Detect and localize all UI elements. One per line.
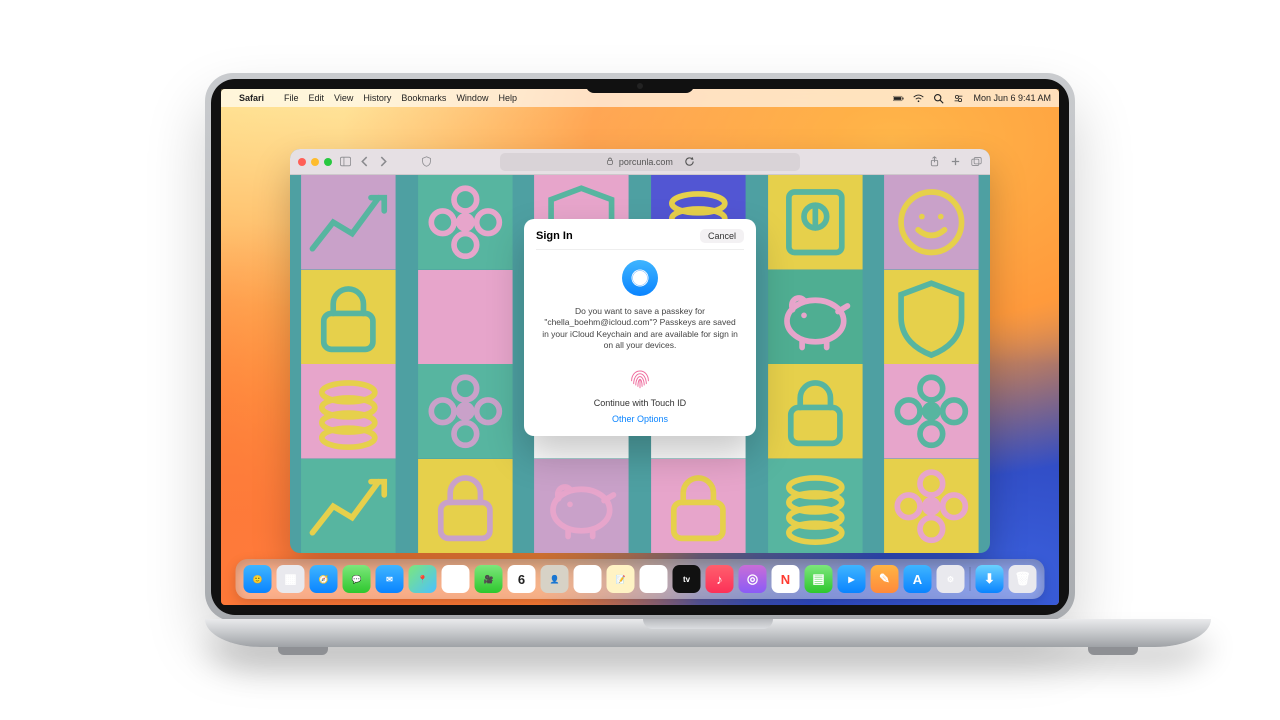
stage: Safari File Edit View History Bookmarks Windo… xyxy=(0,0,1280,720)
menu-file[interactable]: File xyxy=(284,93,299,103)
website-tile xyxy=(407,175,524,270)
search-icon[interactable] xyxy=(933,93,944,104)
address-text: porcunla.com xyxy=(619,157,673,167)
website-tile xyxy=(407,459,524,554)
laptop-base xyxy=(205,619,1211,647)
dock-music-icon[interactable]: ♪ xyxy=(706,565,734,593)
menu-window[interactable]: Window xyxy=(456,93,488,103)
dock-messages-icon[interactable]: 💬 xyxy=(343,565,371,593)
safari-toolbar: porcunla.com xyxy=(290,149,990,175)
battery-icon[interactable] xyxy=(893,93,904,104)
website-tile xyxy=(873,175,990,270)
website-tile xyxy=(290,364,407,459)
website-tile xyxy=(873,270,990,365)
address-bar[interactable]: porcunla.com xyxy=(500,153,800,171)
dock-finder-icon[interactable]: 🙂 xyxy=(244,565,272,593)
menu-bookmarks[interactable]: Bookmarks xyxy=(401,93,446,103)
dock-notes-icon[interactable]: 📝 xyxy=(607,565,635,593)
safari-app-icon xyxy=(622,260,658,296)
dock-numbers-icon[interactable]: ▤ xyxy=(805,565,833,593)
dock-system-settings-icon[interactable]: ⚙︎ xyxy=(937,565,965,593)
control-center-icon[interactable] xyxy=(953,93,964,104)
dock-safari-icon[interactable]: 🧭 xyxy=(310,565,338,593)
website-tile xyxy=(290,270,407,365)
dock-mail-icon[interactable]: ✉︎ xyxy=(376,565,404,593)
website-tile xyxy=(640,459,757,554)
forward-button-icon[interactable] xyxy=(378,156,389,167)
website-tile xyxy=(407,270,524,365)
dock-trash-icon[interactable]: 🗑 xyxy=(1009,565,1037,593)
privacy-shield-icon[interactable] xyxy=(421,156,432,167)
passkey-dialog: Sign In Cancel Do you want to save a pas… xyxy=(524,219,756,436)
window-traffic-lights[interactable] xyxy=(298,158,332,166)
back-button-icon[interactable] xyxy=(359,156,370,167)
dock-pages-icon[interactable]: ✎ xyxy=(871,565,899,593)
menu-help[interactable]: Help xyxy=(498,93,517,103)
dock-reminders-icon[interactable]: ☑︎ xyxy=(574,565,602,593)
website-tile xyxy=(407,364,524,459)
sidebar-toggle-icon[interactable] xyxy=(340,156,351,167)
dialog-body-text: Do you want to save a passkey for "chell… xyxy=(540,306,740,352)
website-tile xyxy=(757,459,874,554)
dialog-title: Sign In xyxy=(536,230,573,242)
continue-touch-id-label: Continue with Touch ID xyxy=(594,398,686,408)
laptop-lid: Safari File Edit View History Bookmarks Windo… xyxy=(205,73,1075,621)
zoom-window-icon[interactable] xyxy=(324,158,332,166)
website-tile xyxy=(290,175,407,270)
dock-appstore-icon[interactable]: A xyxy=(904,565,932,593)
wifi-icon[interactable] xyxy=(913,93,924,104)
website-tile xyxy=(523,459,640,554)
cancel-button[interactable]: Cancel xyxy=(700,229,744,243)
menubar-clock[interactable]: Mon Jun 6 9:41 AM xyxy=(973,93,1051,103)
new-tab-icon[interactable] xyxy=(950,156,961,167)
dock-news-icon[interactable]: N xyxy=(772,565,800,593)
website-tile xyxy=(757,364,874,459)
dock-podcasts-icon[interactable]: ◎ xyxy=(739,565,767,593)
website-tile xyxy=(757,270,874,365)
dock-calendar-icon[interactable]: 6 xyxy=(508,565,536,593)
close-window-icon[interactable] xyxy=(298,158,306,166)
website-tile xyxy=(757,175,874,270)
dock-contacts-icon[interactable]: 👤 xyxy=(541,565,569,593)
menu-edit[interactable]: Edit xyxy=(309,93,325,103)
dock-downloads-icon[interactable]: ⬇︎ xyxy=(976,565,1004,593)
lock-icon xyxy=(606,157,614,167)
other-options-link[interactable]: Other Options xyxy=(612,414,668,424)
dock-keynote-icon[interactable]: ▶︎ xyxy=(838,565,866,593)
macbook-hardware: Safari File Edit View History Bookmarks Windo… xyxy=(205,73,1075,647)
display-screen: Safari File Edit View History Bookmarks Windo… xyxy=(221,89,1059,605)
website-tile xyxy=(290,459,407,554)
display-bezel: Safari File Edit View History Bookmarks Windo… xyxy=(211,79,1069,615)
display-notch xyxy=(586,79,694,93)
website-tile xyxy=(873,459,990,554)
tabs-overview-icon[interactable] xyxy=(971,156,982,167)
dock: 🙂▦🧭💬✉︎📍✿🎥6👤☑︎📝✎tv♪◎N▤▶︎✎A⚙︎⬇︎🗑 xyxy=(236,559,1045,599)
minimize-window-icon[interactable] xyxy=(311,158,319,166)
safari-window: porcunla.com xyxy=(290,149,990,553)
share-icon[interactable] xyxy=(929,156,940,167)
menu-history[interactable]: History xyxy=(363,93,391,103)
menubar-app-name[interactable]: Safari xyxy=(239,93,264,103)
dock-launchpad-icon[interactable]: ▦ xyxy=(277,565,305,593)
dock-freeform-icon[interactable]: ✎ xyxy=(640,565,668,593)
website-tile xyxy=(873,364,990,459)
touch-id-icon[interactable] xyxy=(626,364,654,392)
dock-facetime-icon[interactable]: 🎥 xyxy=(475,565,503,593)
dock-tv-icon[interactable]: tv xyxy=(673,565,701,593)
safari-viewport: Sign In Cancel Do you want to save a pas… xyxy=(290,175,990,553)
dock-separator xyxy=(970,567,971,591)
reload-icon[interactable] xyxy=(684,156,695,167)
menu-view[interactable]: View xyxy=(334,93,353,103)
dock-photos-icon[interactable]: ✿ xyxy=(442,565,470,593)
dock-maps-icon[interactable]: 📍 xyxy=(409,565,437,593)
